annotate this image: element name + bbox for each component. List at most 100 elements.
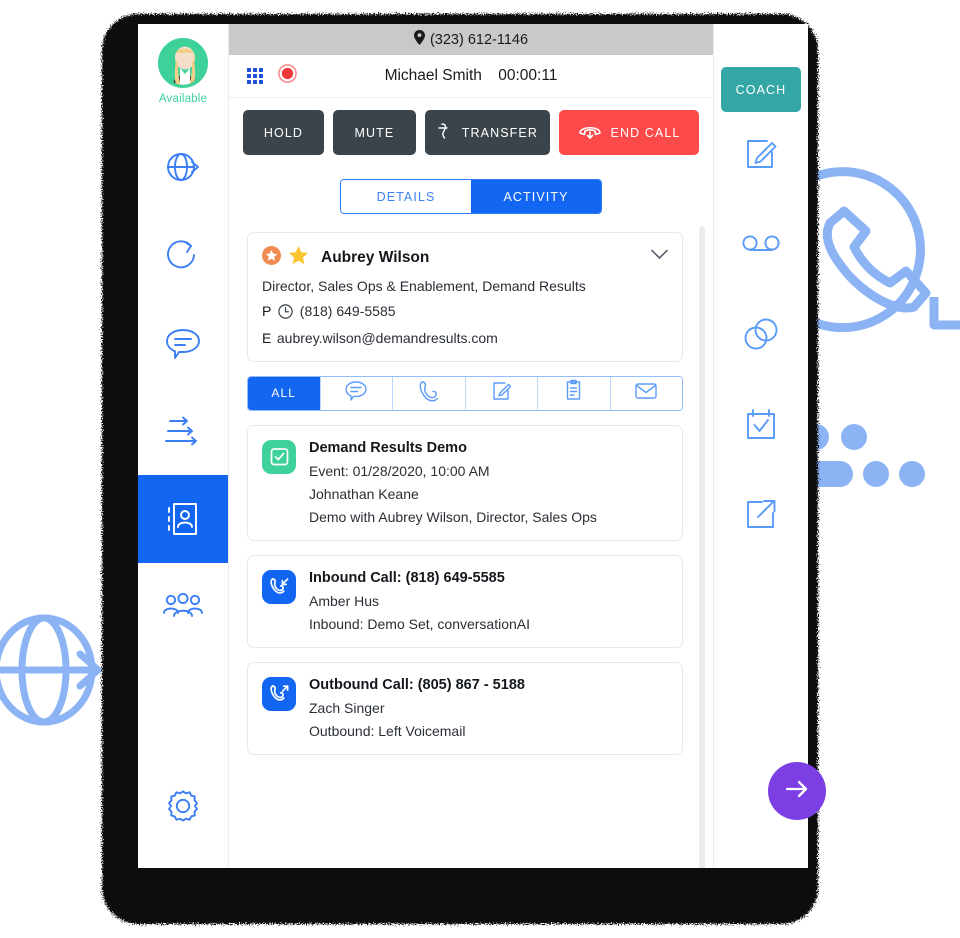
- list-item-body: Outbound Call: (805) 867 - 5188 Zach Sin…: [309, 677, 525, 739]
- voicemail-icon: [741, 234, 781, 261]
- contact-card[interactable]: Aubrey Wilson Director, Sales Ops & Enab…: [247, 232, 683, 362]
- tool-item-link[interactable]: [714, 292, 808, 382]
- rail-icon-list: [138, 123, 228, 651]
- transfer-button[interactable]: TRANSFER: [424, 110, 550, 155]
- left-navigation-rail: Available: [138, 24, 229, 868]
- avatar[interactable]: [158, 38, 208, 88]
- tool-item-popout[interactable]: [714, 472, 808, 562]
- refresh-circle-icon: [164, 236, 202, 274]
- filter-all[interactable]: ALL: [248, 376, 321, 410]
- decorative-dots: [798, 424, 925, 487]
- globe-arrow-icon: [164, 148, 202, 186]
- sidebar-item-settings[interactable]: [138, 748, 228, 868]
- hold-button[interactable]: HOLD: [243, 110, 324, 155]
- activity-line: Amber Hus: [309, 592, 380, 609]
- arrows-flow-icon: [164, 415, 202, 447]
- clipboard-icon: [564, 379, 583, 407]
- app-screen: Available (323) 612-1146 Michael Smith 0…: [138, 24, 808, 868]
- tool-item-voicemail[interactable]: [714, 202, 808, 292]
- tool-item-calendar[interactable]: [714, 382, 808, 472]
- activity-line: Demo with Aubrey Wilson, Director, Sales…: [309, 508, 597, 525]
- dialpad-icon[interactable]: [247, 67, 266, 85]
- external-link-icon: [743, 496, 779, 539]
- activity-title: Demand Results Demo: [309, 439, 467, 456]
- star-badge-icon: [262, 246, 281, 270]
- calendar-check-icon: [262, 439, 296, 474]
- filter-notes[interactable]: [465, 376, 538, 410]
- sidebar-item-globe[interactable]: [138, 123, 228, 211]
- filter-chat[interactable]: [320, 376, 393, 410]
- location-phone-number: (323) 612-1146: [429, 31, 529, 48]
- mockup-stage: Available (323) 612-1146 Michael Smith 0…: [0, 0, 960, 938]
- call-timer: 00:00:11: [498, 67, 558, 84]
- filter-email[interactable]: [610, 376, 682, 410]
- contact-phone[interactable]: (818) 649-5585: [300, 303, 396, 319]
- contact-title: Director, Sales Ops & Enablement, Demand…: [262, 278, 586, 294]
- inbound-call-icon: [262, 569, 296, 604]
- tabs-container: DETAILS ACTIVITY: [229, 165, 713, 214]
- activity-line: Johnathan Keane: [309, 485, 419, 502]
- mute-button[interactable]: MUTE: [333, 110, 416, 155]
- decorative-phone-circle-icon: [809, 167, 960, 333]
- transfer-label: TRANSFER: [461, 125, 538, 140]
- decorative-globe-icon: [0, 614, 102, 726]
- contact-header: Aubrey Wilson: [262, 245, 668, 271]
- activity-scroll-area[interactable]: Aubrey Wilson Director, Sales Ops & Enab…: [229, 214, 713, 868]
- phone-icon: [419, 380, 439, 407]
- activity-title: Outbound Call: (805) 867 - 5188: [309, 676, 525, 693]
- transfer-call-icon: [437, 122, 453, 144]
- activity-line: Event: 01/28/2020, 10:00 AM: [309, 462, 490, 479]
- tab-details[interactable]: DETAILS: [341, 180, 471, 213]
- chat-bubble-icon: [164, 326, 202, 360]
- settings-gear-icon: [164, 787, 202, 830]
- chevron-down-icon[interactable]: [651, 247, 668, 265]
- list-item-body: Demand Results Demo Event: 01/28/2020, 1…: [309, 440, 597, 525]
- sidebar-item-chat[interactable]: [138, 299, 228, 387]
- activity-line: Inbound: Demo Set, conversationAI: [309, 615, 531, 632]
- vertical-scrollbar[interactable]: [699, 226, 705, 868]
- arrow-right-icon: [784, 779, 810, 804]
- caller-name: Michael Smith: [384, 67, 482, 84]
- tab-activity[interactable]: ACTIVITY: [471, 180, 601, 213]
- filter-calls[interactable]: [393, 376, 466, 410]
- status-badge: Available: [158, 93, 208, 105]
- list-item-body: Inbound Call: (818) 649-5585 Amber Hus I…: [309, 570, 530, 632]
- coach-button[interactable]: COACH: [721, 67, 801, 112]
- user-avatar-image: [163, 41, 203, 85]
- activity-title: Inbound Call: (818) 649-5585: [309, 569, 505, 586]
- sidebar-item-team[interactable]: [138, 563, 228, 651]
- sidebar-item-refresh[interactable]: [138, 211, 228, 299]
- sidebar-item-flow[interactable]: [138, 387, 228, 475]
- coach-button-wrap: COACH: [721, 24, 801, 112]
- list-item[interactable]: Demand Results Demo Event: 01/28/2020, 1…: [247, 424, 683, 541]
- next-action-fab[interactable]: [768, 762, 826, 820]
- hang-up-icon: [578, 123, 602, 142]
- outbound-call-icon: [262, 676, 296, 711]
- call-bar: Michael Smith 00:00:11: [229, 55, 713, 98]
- list-item[interactable]: Inbound Call: (818) 649-5585 Amber Hus I…: [247, 554, 683, 648]
- details-activity-tabs: DETAILS ACTIVITY: [340, 179, 602, 214]
- email-label: E: [262, 330, 272, 346]
- right-tools-rail: COACH: [713, 24, 808, 868]
- team-people-icon: [163, 592, 203, 622]
- filter-tasks[interactable]: [538, 376, 611, 410]
- sidebar-item-contacts[interactable]: [138, 475, 228, 563]
- location-bar: (323) 612-1146: [229, 24, 713, 55]
- tool-item-notes[interactable]: [714, 112, 808, 202]
- note-edit-icon: [491, 380, 512, 407]
- link-circles-icon: [742, 317, 780, 358]
- star-icon[interactable]: [288, 245, 309, 271]
- record-icon[interactable]: [278, 64, 297, 88]
- contact-email[interactable]: aubrey.wilson@demandresults.com: [277, 330, 498, 346]
- activity-filter-bar: ALL: [247, 375, 683, 411]
- call-actions-row: HOLD MUTE TRANSFER END CALL: [229, 98, 713, 165]
- calendar-check-icon: [743, 406, 779, 449]
- end-call-label: END CALL: [610, 125, 681, 140]
- active-caller-info: Michael Smith 00:00:11: [229, 67, 713, 85]
- contact-email-row: E aubrey.wilson@demandresults.com: [262, 330, 668, 348]
- location-pin-icon: [413, 30, 425, 49]
- activity-line: Zach Singer: [309, 699, 385, 716]
- list-item[interactable]: Outbound Call: (805) 867 - 5188 Zach Sin…: [247, 661, 683, 755]
- envelope-icon: [634, 381, 658, 405]
- end-call-button[interactable]: END CALL: [559, 110, 699, 155]
